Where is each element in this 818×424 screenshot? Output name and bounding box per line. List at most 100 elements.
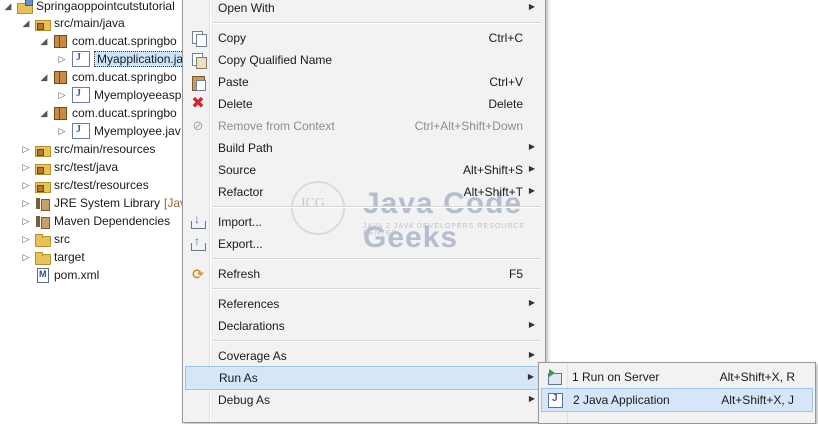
tree-item-maven-dependencies[interactable]: ▷ Maven Dependencies [20, 212, 182, 230]
menu-item-copy-qualified-name[interactable]: Copy Qualified Name [185, 49, 543, 71]
tree-item-label: target [54, 250, 85, 264]
menu-item-label: Open With [218, 1, 275, 15]
remove-context-icon: ⊘ [192, 118, 204, 133]
menu-item-open-with[interactable]: Open With ▶ [185, 0, 543, 19]
copy-qualified-name-icon [190, 52, 207, 69]
tree-item-jre-library[interactable]: ▷ JRE System Library [Java [20, 194, 193, 212]
menu-item-shortcut: F5 [508, 267, 523, 281]
submenu-item-shortcut: Alt+Shift+X, R [719, 370, 795, 384]
java-file-icon: J [72, 123, 90, 139]
menu-item-run-as[interactable]: Run As ▶ [185, 366, 543, 390]
expand-icon[interactable]: ▷ [20, 143, 32, 155]
menu-item-label: Refresh [218, 267, 261, 281]
source-folder-icon [34, 15, 51, 31]
submenu-arrow-icon: ▶ [528, 394, 535, 403]
collapse-icon[interactable]: ◢ [38, 35, 50, 47]
submenu-arrow-icon: ▶ [528, 2, 535, 11]
menu-item-import[interactable]: Import... [185, 211, 543, 233]
tree-item-src-main-java[interactable]: ◢ src/main/java [20, 14, 182, 32]
menu-item-declarations[interactable]: Declarations ▶ [185, 315, 543, 337]
project-icon [16, 0, 33, 14]
paste-icon [190, 74, 206, 91]
tree-item-target[interactable]: ▷ target [20, 248, 182, 266]
expand-icon[interactable]: ▷ [20, 179, 32, 191]
menu-item-export[interactable]: Export... [185, 233, 543, 255]
menu-item-paste[interactable]: Paste Ctrl+V [185, 71, 543, 93]
import-icon [190, 212, 206, 230]
collapse-icon[interactable]: ◢ [38, 71, 50, 83]
submenu-arrow-icon: ▶ [528, 186, 535, 195]
tree-item-label: src/test/resources [54, 178, 149, 192]
tree-item-src-main-resources[interactable]: ▷ src/main/resources [20, 140, 182, 158]
menu-item-references[interactable]: References ▶ [185, 293, 543, 315]
package-icon [52, 105, 68, 121]
menu-item-refresh[interactable]: ⟳ Refresh F5 [185, 263, 543, 285]
submenu-item-run-on-server[interactable]: 1 Run on Server Alt+Shift+X, R [541, 366, 813, 388]
tree-item-package-1[interactable]: ◢ com.ducat.springbo [38, 32, 182, 50]
tree-item-myapplication[interactable]: ▷ J Myapplication.jav [56, 50, 193, 68]
expand-icon[interactable]: ▷ [20, 161, 32, 173]
menu-item-shortcut: Alt+Shift+S [462, 163, 523, 177]
tree-item-label: com.ducat.springbo [72, 70, 177, 84]
submenu-item-java-application[interactable]: 2 Java Application Alt+Shift+X, J [541, 388, 813, 412]
menu-item-shortcut: Ctrl+Alt+Shift+Down [414, 119, 523, 133]
context-menu: JCG Java Code Geeks JAVA 2 JAVA DEVELOPE… [182, 0, 546, 423]
collapse-icon[interactable]: ◢ [2, 0, 14, 12]
menu-item-copy[interactable]: Copy Ctrl+C [185, 27, 543, 49]
tree-item-label: Maven Dependencies [54, 214, 171, 228]
tree-item-label: src/test/java [54, 160, 119, 174]
copy-icon [190, 30, 207, 47]
menu-item-label: Export... [218, 237, 263, 251]
tree-item-project[interactable]: ◢ Springaoppointcutstutorial [2, 0, 182, 15]
menu-item-source[interactable]: Source Alt+Shift+S ▶ [185, 159, 543, 181]
tree-item-label: JRE System Library [54, 196, 161, 210]
menu-item-shortcut: Alt+Shift+T [463, 185, 523, 199]
library-icon [34, 213, 50, 229]
tree-item-package-3[interactable]: ◢ com.ducat.springbo [38, 104, 182, 122]
submenu-item-shortcut: Alt+Shift+X, J [721, 393, 794, 407]
menu-item-label: Run As [219, 371, 258, 385]
menu-separator [213, 340, 541, 342]
collapse-icon[interactable]: ◢ [38, 107, 50, 119]
tree-item-label: pom.xml [54, 268, 100, 282]
menu-item-shortcut: Ctrl+C [488, 31, 523, 45]
tree-item-label: src/main/java [54, 16, 125, 30]
tree-item-src-test-resources[interactable]: ▷ src/test/resources [20, 176, 182, 194]
expand-icon[interactable]: ▷ [20, 251, 32, 263]
menu-item-debug-as[interactable]: Debug As ▶ [185, 389, 543, 411]
menu-item-coverage-as[interactable]: Coverage As ▶ [185, 345, 543, 367]
tree-item-src-test-java[interactable]: ▷ src/test/java [20, 158, 182, 176]
menu-item-label: Debug As [218, 393, 271, 407]
tree-item-myemployeeaspect[interactable]: ▷ J Myemployeeasp [56, 86, 182, 104]
package-icon [52, 33, 68, 49]
tree-item-label: src [54, 232, 70, 246]
menu-item-shortcut: Ctrl+V [489, 75, 523, 89]
delete-icon: ✖ [191, 95, 205, 112]
source-folder-icon [34, 177, 51, 193]
menu-item-remove-from-context[interactable]: ⊘ Remove from Context Ctrl+Alt+Shift+Dow… [185, 115, 543, 137]
expand-icon[interactable]: ▷ [56, 125, 68, 137]
run-as-submenu: 1 Run on Server Alt+Shift+X, R 2 Java Ap… [538, 362, 816, 424]
folder-icon [34, 231, 51, 247]
menu-separator [213, 206, 541, 208]
menu-item-label: Remove from Context [218, 119, 335, 133]
expand-icon[interactable]: ▷ [56, 53, 68, 65]
expand-icon[interactable]: ▷ [20, 233, 32, 245]
submenu-item-label: 2 Java Application [573, 393, 670, 407]
package-icon [52, 69, 68, 85]
tree-item-src[interactable]: ▷ src [20, 230, 182, 248]
tree-item-pom[interactable]: M pom.xml [20, 266, 182, 284]
menu-item-label: Copy [218, 31, 247, 45]
collapse-icon[interactable]: ◢ [20, 17, 32, 29]
tree-item-myemployee[interactable]: ▷ J Myemployee.jav [56, 122, 182, 140]
menu-item-delete[interactable]: ✖ Delete Delete [185, 93, 543, 115]
expand-icon[interactable]: ▷ [56, 89, 68, 101]
submenu-item-label: 1 Run on Server [572, 370, 660, 384]
menu-item-refactor[interactable]: Refactor Alt+Shift+T ▶ [185, 181, 543, 203]
expand-icon[interactable]: ▷ [20, 197, 32, 209]
tree-item-package-2[interactable]: ◢ com.ducat.springbo [38, 68, 182, 86]
expand-icon[interactable]: ▷ [20, 215, 32, 227]
tree-item-label: com.ducat.springbo [72, 34, 177, 48]
menu-item-build-path[interactable]: Build Path ▶ [185, 137, 543, 159]
java-file-icon: J [72, 51, 90, 67]
